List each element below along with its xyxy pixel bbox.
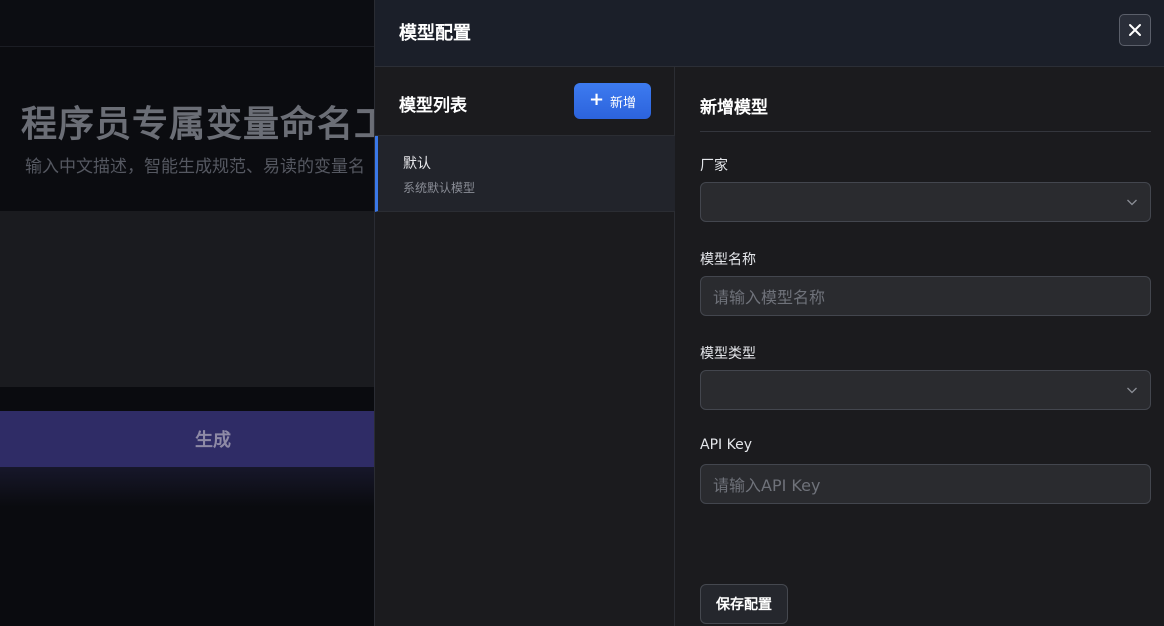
app-title: 程序员专属变量命名工具 (21, 104, 429, 145)
model-type-label: 模型类型 (700, 346, 756, 362)
model-config-drawer: 模型配置 模型列表 + 新增 默认 系统默认模型 新增模型 厂家 模型名称 请输… (374, 0, 1164, 626)
api-key-label: API Key (700, 437, 752, 453)
model-item-name: 默认 (403, 156, 431, 172)
generate-button-label: 生成 (195, 430, 231, 451)
model-form-panel: 新增模型 厂家 模型名称 请输入模型名称 模型类型 API Key 请输入API… (676, 67, 1164, 626)
model-list-item[interactable]: 默认 系统默认模型 (375, 136, 675, 212)
drawer-header: 模型配置 (375, 0, 1164, 67)
drawer-title: 模型配置 (399, 23, 471, 44)
model-list-panel: 模型列表 + 新增 默认 系统默认模型 (375, 67, 675, 626)
api-key-input[interactable]: 请输入API Key (700, 464, 1151, 504)
chevron-down-icon (1127, 387, 1137, 394)
vendor-label: 厂家 (700, 158, 728, 174)
model-list-header: 模型列表 + 新增 (375, 67, 675, 136)
model-list-title: 模型列表 (399, 96, 467, 116)
chevron-down-icon (1127, 199, 1137, 206)
plus-icon: + (588, 89, 605, 110)
close-button[interactable] (1119, 14, 1151, 46)
save-config-button[interactable]: 保存配置 (700, 584, 788, 624)
form-title: 新增模型 (700, 98, 768, 118)
add-model-label: 新增 (610, 95, 637, 111)
model-name-label: 模型名称 (700, 252, 756, 268)
model-name-input[interactable]: 请输入模型名称 (700, 276, 1151, 316)
app-subtitle: 输入中文描述，智能生成规范、易读的变量名 (25, 157, 365, 177)
model-type-select[interactable] (700, 370, 1151, 410)
close-icon (1129, 24, 1141, 36)
add-model-button[interactable]: + 新增 (574, 83, 651, 119)
model-item-desc: 系统默认模型 (403, 181, 476, 195)
form-divider (700, 131, 1151, 132)
vendor-select[interactable] (700, 182, 1151, 222)
